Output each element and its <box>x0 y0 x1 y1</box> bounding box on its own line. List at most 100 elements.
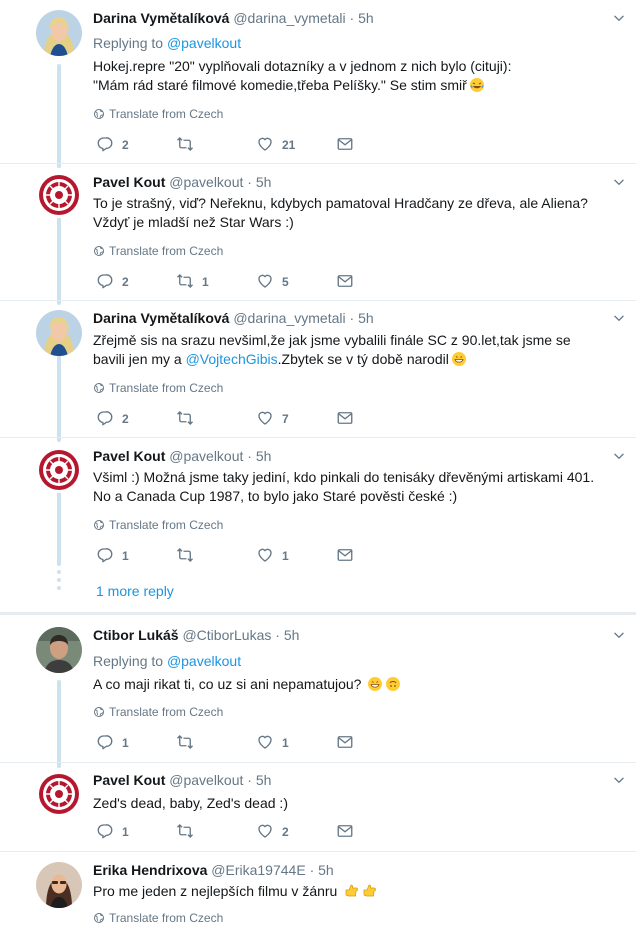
chevron-down-icon[interactable] <box>612 311 626 325</box>
direct-message-button[interactable] <box>336 733 354 751</box>
tweet-time[interactable]: 5h <box>358 10 374 26</box>
tweet-text: A co maji rikat ti, co uz si ani nepamat… <box>93 675 613 694</box>
avatar-pavel-kout[interactable] <box>36 447 82 493</box>
direct-message-button[interactable] <box>336 409 354 427</box>
author-name[interactable]: Ctibor Lukáš <box>93 627 179 643</box>
author-handle[interactable]: @darina_vymetali <box>233 310 345 326</box>
tweet-time[interactable]: 5h <box>256 174 272 190</box>
author-handle[interactable]: @darina_vymetali <box>233 10 345 26</box>
author-handle[interactable]: @CtiborLukas <box>182 627 271 643</box>
author-handle[interactable]: @Erika19744E <box>211 862 305 878</box>
reply-icon <box>96 272 114 290</box>
avatar-erika-hendrixova[interactable] <box>36 862 82 908</box>
retweet-button[interactable] <box>176 409 202 427</box>
author-name[interactable]: Erika Hendrixova <box>93 862 207 878</box>
tweet-text: To je strašný, viď? Neřeknu, kdybych pam… <box>93 195 588 230</box>
author-handle[interactable]: @pavelkout <box>169 772 243 788</box>
author-name[interactable]: Pavel Kout <box>93 448 165 464</box>
envelope-icon <box>336 135 354 153</box>
retweet-icon <box>176 546 194 564</box>
envelope-icon <box>336 546 354 564</box>
tears-of-joy-emoji-icon <box>469 77 485 93</box>
reply-button[interactable]: 1 <box>96 733 129 751</box>
tweet-time[interactable]: 5h <box>318 862 334 878</box>
tweet-time[interactable]: 5h <box>284 627 300 643</box>
author-name[interactable]: Darina Vymětalíková <box>93 10 229 26</box>
direct-message-button[interactable] <box>336 822 354 840</box>
direct-message-button[interactable] <box>336 272 354 290</box>
envelope-icon <box>336 272 354 290</box>
reply-button[interactable]: 2 <box>96 135 129 153</box>
chevron-down-icon[interactable] <box>612 449 626 463</box>
author-handle[interactable]: @pavelkout <box>169 448 243 464</box>
divider <box>0 300 636 301</box>
heart-icon <box>256 822 274 840</box>
chevron-down-icon[interactable] <box>612 175 626 189</box>
globe-icon <box>93 108 105 120</box>
like-button[interactable]: 7 <box>256 409 289 427</box>
author-name[interactable]: Darina Vymětalíková <box>93 310 229 326</box>
translate-link[interactable]: Translate from Czech <box>93 381 223 395</box>
retweet-button[interactable] <box>176 733 202 751</box>
avatar-darina[interactable] <box>36 10 82 56</box>
like-button[interactable]: 5 <box>256 272 289 290</box>
retweet-icon <box>176 822 194 840</box>
tweet-header: Pavel Kout @pavelkout · 5h <box>93 448 272 464</box>
like-button[interactable]: 21 <box>256 135 295 153</box>
author-name[interactable]: Pavel Kout <box>93 772 165 788</box>
translate-link[interactable]: Translate from Czech <box>93 107 223 121</box>
translate-link[interactable]: Translate from Czech <box>93 911 223 925</box>
tweet-text: Pro me jeden z nejlepších filmu v žánru <box>93 882 613 901</box>
heart-icon <box>256 409 274 427</box>
retweet-button[interactable] <box>176 546 202 564</box>
mention-link[interactable]: @VojtechGibis <box>186 351 278 367</box>
grinning-emoji-icon <box>367 676 383 692</box>
like-button[interactable]: 1 <box>256 733 289 751</box>
thread-dots <box>57 570 61 600</box>
avatar-pavel-kout[interactable] <box>36 771 82 817</box>
author-name[interactable]: Pavel Kout <box>93 174 165 190</box>
retweet-icon <box>176 733 194 751</box>
retweet-button[interactable] <box>176 822 202 840</box>
retweet-button[interactable]: 1 <box>176 272 209 290</box>
divider <box>0 762 636 763</box>
reply-icon <box>96 135 114 153</box>
reply-button[interactable]: 2 <box>96 409 129 427</box>
tweet-time[interactable]: 5h <box>256 448 272 464</box>
translate-link[interactable]: Translate from Czech <box>93 705 223 719</box>
replying-to: Replying to @pavelkout <box>93 653 242 669</box>
reply-icon <box>96 733 114 751</box>
tweet-time[interactable]: 5h <box>256 772 272 788</box>
globe-icon <box>93 245 105 257</box>
chevron-down-icon[interactable] <box>612 773 626 787</box>
tweet-header: Darina Vymětalíková @darina_vymetali · 5… <box>93 310 374 326</box>
retweet-button[interactable] <box>176 135 202 153</box>
like-button[interactable]: 2 <box>256 822 289 840</box>
globe-icon <box>93 706 105 718</box>
reply-to-link[interactable]: @pavelkout <box>167 35 241 51</box>
tweet-time[interactable]: 5h <box>358 310 374 326</box>
reply-button[interactable]: 1 <box>96 546 129 564</box>
chevron-down-icon[interactable] <box>612 628 626 642</box>
retweet-icon <box>176 272 194 290</box>
reply-button[interactable]: 2 <box>96 272 129 290</box>
avatar-pavel-kout[interactable] <box>36 172 82 218</box>
author-handle[interactable]: @pavelkout <box>169 174 243 190</box>
tweet-header: Darina Vymětalíková @darina_vymetali · 5… <box>93 10 374 26</box>
retweet-icon <box>176 135 194 153</box>
translate-link[interactable]: Translate from Czech <box>93 518 223 532</box>
reply-icon <box>96 546 114 564</box>
translate-link[interactable]: Translate from Czech <box>93 244 223 258</box>
reply-button[interactable]: 1 <box>96 822 129 840</box>
direct-message-button[interactable] <box>336 546 354 564</box>
tweet-text: Hokej.repre "20" vyplňovali dotazníky a … <box>93 58 512 93</box>
like-button[interactable]: 1 <box>256 546 289 564</box>
avatar-ctibor-lukas[interactable] <box>36 627 82 673</box>
more-replies-link[interactable]: 1 more reply <box>96 583 174 599</box>
globe-icon <box>93 519 105 531</box>
avatar-darina[interactable] <box>36 310 82 356</box>
chevron-down-icon[interactable] <box>612 11 626 25</box>
reply-to-link[interactable]: @pavelkout <box>167 653 241 669</box>
direct-message-button[interactable] <box>336 135 354 153</box>
thread-line <box>57 680 61 768</box>
